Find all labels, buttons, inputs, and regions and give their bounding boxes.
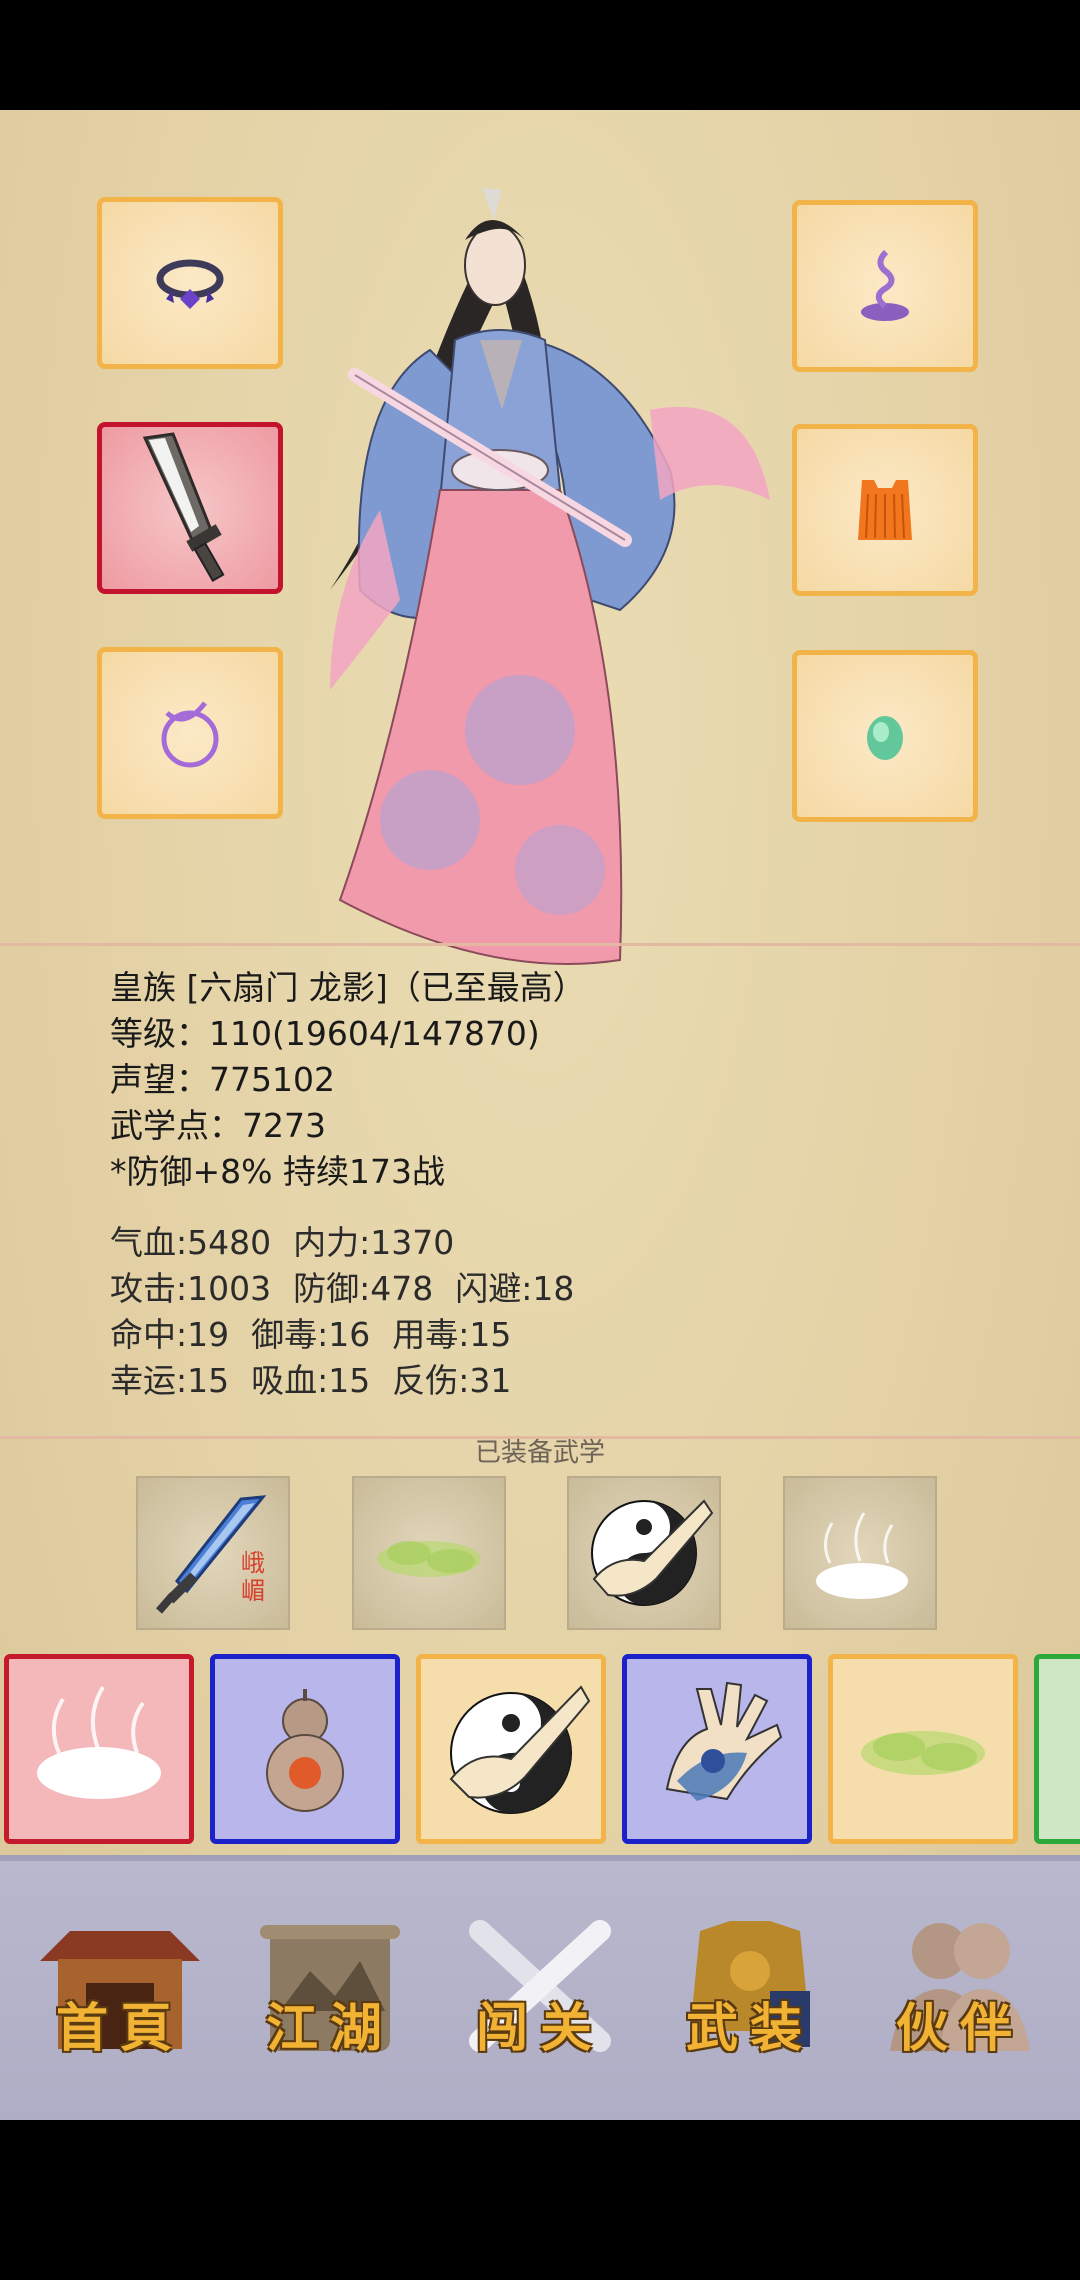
equipped-skill-slot[interactable]: [783, 1476, 937, 1630]
title-line: 皇族 [六扇门 龙影]（已至最高）: [110, 968, 586, 1007]
gourd-icon: [266, 1689, 344, 1812]
accessory-slot[interactable]: [792, 650, 978, 822]
skill-card[interactable]: [4, 1654, 194, 1844]
taiji-fist-icon: [591, 1499, 714, 1606]
level-line: 等级：110(19604/147870): [110, 1014, 540, 1053]
nav-home[interactable]: 首頁: [30, 1901, 210, 2071]
hp-stat: 气血:5480: [110, 1223, 272, 1262]
nav-challenge[interactable]: 闯关: [450, 1901, 630, 2071]
orange-armor-icon: [858, 480, 912, 540]
attack-stat: 攻击:1003: [110, 1269, 272, 1308]
green-mist-icon: [861, 1731, 985, 1775]
nav-partners-label: 伙伴: [895, 1998, 1024, 2059]
nav-equipment-label: 武装: [685, 1998, 814, 2059]
martial-points-line: 武学点：7273: [110, 1106, 326, 1145]
mp-stat: 内力:1370: [293, 1223, 455, 1262]
reputation-line: 声望：775102: [110, 1060, 335, 1099]
amulet-slot[interactable]: [97, 647, 283, 819]
ribbon-charm-icon: [161, 701, 219, 768]
dodge-stat: 闪避:18: [455, 1269, 575, 1308]
buff-line: *防御+8% 持续173战: [110, 1152, 445, 1191]
equipped-skill-slot[interactable]: [567, 1476, 721, 1630]
skill-card[interactable]: [210, 1654, 400, 1844]
helmet-slot[interactable]: [792, 200, 978, 372]
stats-row: 气血:5480 内力:1370: [110, 1220, 596, 1266]
nav-challenge-label: 闯关: [475, 1998, 604, 2059]
taiji-fist-icon: [449, 1685, 591, 1814]
section-divider: [0, 943, 1080, 946]
hit-stat: 命中:19: [110, 1315, 230, 1354]
nav-home-label: 首頁: [55, 1998, 184, 2059]
game-screen: 皇族 [六扇门 龙影]（已至最高） 等级：110(19604/147870) 声…: [0, 110, 1080, 2120]
poison-palm-icon: [665, 1681, 783, 1801]
poison-use-stat: 用毒:15: [392, 1315, 512, 1354]
equipped-skill-slot[interactable]: [352, 1476, 506, 1630]
skill-card-partial[interactable]: [1034, 1654, 1080, 1844]
white-cloud-icon: [37, 1685, 161, 1799]
armor-slot[interactable]: [792, 424, 978, 596]
skill-card[interactable]: [828, 1654, 1018, 1844]
hero-portrait: [330, 188, 770, 965]
stats-panel: 气血:5480 内力:1370 攻击:1003 防御:478 闪避:18 命中:19 御…: [110, 1220, 596, 1404]
jade-stone-icon: [867, 716, 903, 760]
stats-row: 攻击:1003 防御:478 闪避:18: [110, 1266, 596, 1312]
ring-icon: [156, 259, 224, 309]
nav-jianghu[interactable]: 江湖: [240, 1901, 420, 2071]
sword-skill-icon: 峨 嵋: [155, 1495, 267, 1614]
stats-row: 命中:19 御毒:16 用毒:15: [110, 1312, 596, 1358]
skill-card[interactable]: [416, 1654, 606, 1844]
poison-resist-stat: 御毒:16: [251, 1315, 371, 1354]
broadsword-icon: [142, 432, 225, 582]
purple-incense-icon: [861, 249, 909, 321]
nav-partners[interactable]: 伙伴: [870, 1901, 1050, 2071]
weapon-slot[interactable]: [97, 422, 283, 594]
green-mist-icon: [377, 1541, 481, 1577]
nav-jianghu-label: 江湖: [265, 1998, 394, 2059]
character-info: 皇族 [六扇门 龙影]（已至最高） 等级：110(19604/147870) 声…: [110, 965, 586, 1195]
white-cloud-icon: [816, 1512, 908, 1599]
reflect-stat: 反伤:31: [392, 1361, 512, 1400]
skill-card[interactable]: [622, 1654, 812, 1844]
lifesteal-stat: 吸血:15: [251, 1361, 371, 1400]
nav-equipment[interactable]: 武装: [660, 1901, 840, 2071]
defense-stat: 防御:478: [293, 1269, 434, 1308]
equipped-skills-title: 已装备武学: [474, 1438, 605, 1468]
stats-row: 幸运:15 吸血:15 反伤:31: [110, 1358, 596, 1404]
skill-seal-text: 峨: [241, 1549, 265, 1577]
svg-text:嵋: 嵋: [241, 1577, 265, 1605]
bottom-nav: 首頁 江湖 闯关 武装 伙伴: [0, 1855, 1080, 2120]
ring-slot[interactable]: [97, 197, 283, 369]
equipped-skill-slot[interactable]: 峨 嵋: [136, 1476, 290, 1630]
luck-stat: 幸运:15: [110, 1361, 230, 1400]
